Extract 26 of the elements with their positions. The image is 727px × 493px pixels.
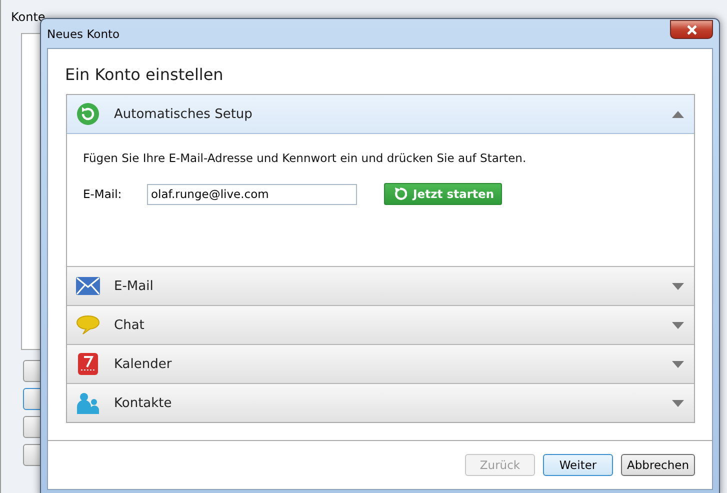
refresh-icon <box>393 187 407 201</box>
email-field[interactable]: olaf.runge@live.com <box>147 184 357 204</box>
section-header[interactable]: Kalender <box>67 344 694 383</box>
heading: Ein Konto einstellen <box>64 64 224 86</box>
dialog-button[interactable]: Weiter <box>543 454 613 476</box>
section-header[interactable]: Kontakte <box>67 383 694 422</box>
envelope-icon <box>76 277 100 295</box>
section-header[interactable]: E-Mail <box>67 266 694 305</box>
speech-bubble-icon <box>76 315 100 335</box>
section-header[interactable]: Chat <box>67 305 694 344</box>
window-title: Neues Konto <box>47 26 120 40</box>
close-icon <box>686 24 698 34</box>
caret-icon <box>672 360 684 368</box>
close-button[interactable] <box>670 20 713 39</box>
instruction-text: Fügen Sie Ihre E-Mail-Adresse und Kennwort ein und drücken Sie auf Starten. <box>83 151 528 165</box>
window-title: Konte <box>11 10 46 24</box>
caret-icon <box>672 282 684 290</box>
refresh-icon <box>76 102 100 126</box>
caret-icon <box>672 400 684 406</box>
section-header[interactable]: Automatisches Setup <box>67 95 694 134</box>
calendar-icon <box>76 353 100 375</box>
caret-icon <box>672 110 684 118</box>
field-label: E-Mail: <box>83 187 123 201</box>
people-icon <box>76 392 100 414</box>
caret-icon <box>672 322 684 328</box>
dialog-button[interactable]: Abbrechen <box>621 454 695 476</box>
